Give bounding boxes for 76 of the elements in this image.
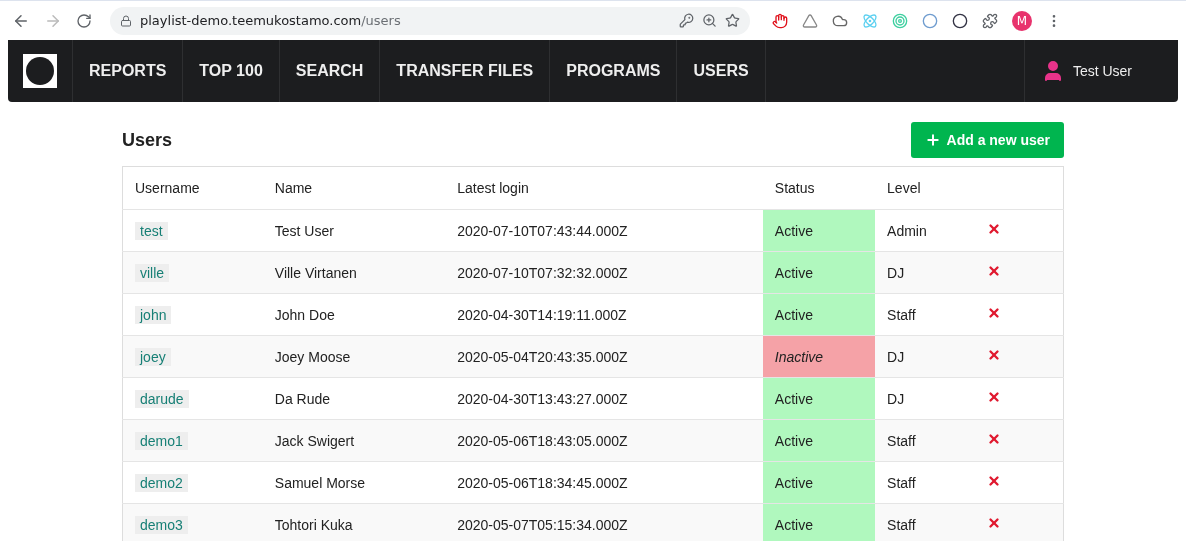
table-cell: Test User — [262, 209, 446, 252]
table-cell: Jack Swigert — [262, 419, 446, 462]
username-link[interactable]: darude — [135, 389, 189, 408]
table-cell: 2020-05-04T20:43:35.000Z — [445, 335, 763, 378]
table-cell: Admin — [875, 209, 976, 252]
status-cell: Active — [762, 209, 876, 252]
delete-icon[interactable] — [987, 516, 1002, 530]
table-cell: DJ — [875, 377, 976, 420]
table-cell: DJ — [875, 251, 976, 294]
nav-link[interactable]: PROGRAMS — [550, 40, 678, 102]
username-link[interactable]: demo3 — [135, 515, 188, 534]
status-cell: Active — [762, 461, 876, 504]
key-icon[interactable] — [679, 13, 694, 28]
star-icon[interactable] — [725, 13, 740, 28]
table-cell: 2020-04-30T13:43:27.000Z — [445, 377, 763, 420]
table-cell: Staff — [875, 503, 976, 541]
column-header: Status — [762, 166, 876, 210]
column-header: Latest login — [445, 166, 763, 210]
table-cell: Staff — [875, 293, 976, 336]
status-cell: Inactive — [762, 335, 876, 378]
table-cell: 2020-04-30T14:19:11.000Z — [445, 293, 763, 336]
username-link[interactable]: joey — [135, 347, 171, 366]
delete-icon[interactable] — [987, 264, 1002, 278]
lock-icon — [120, 14, 132, 27]
reload-icon[interactable] — [76, 12, 92, 29]
triangle-icon[interactable] — [802, 12, 818, 29]
nav-link[interactable]: TOP 100 — [183, 40, 280, 102]
add-user-button[interactable]: Add a new user — [910, 122, 1064, 158]
status-cell: Active — [762, 377, 876, 420]
table-cell: Joey Moose — [262, 335, 446, 378]
nav-link[interactable]: TRANSFER FILES — [380, 40, 551, 102]
nav-link[interactable]: USERS — [677, 40, 766, 102]
column-header: Name — [262, 166, 446, 210]
status-cell: Active — [762, 251, 876, 294]
table-cell: 2020-05-07T05:15:34.000Z — [445, 503, 763, 541]
username-link[interactable]: ville — [135, 263, 170, 282]
table-cell: Da Rude — [262, 377, 446, 420]
url-text: playlist-demo.teemukostamo.com/users — [140, 13, 401, 28]
delete-icon[interactable] — [987, 348, 1002, 362]
puzzle-icon[interactable] — [982, 12, 998, 29]
username-link[interactable]: john — [135, 305, 172, 324]
table-cell: 2020-05-06T18:34:45.000Z — [445, 461, 763, 504]
circle-icon[interactable] — [952, 12, 968, 29]
table-cell: 2020-05-06T18:43:05.000Z — [445, 419, 763, 462]
table-cell: 2020-07-10T07:32:32.000Z — [445, 251, 763, 294]
status-cell: Active — [762, 293, 876, 336]
zoom-icon[interactable] — [702, 13, 717, 28]
delete-icon[interactable] — [987, 432, 1002, 446]
table-cell: Staff — [875, 461, 976, 504]
table-cell: Ville Virtanen — [262, 251, 446, 294]
column-header: Username — [122, 166, 263, 210]
status-cell: Active — [762, 503, 876, 541]
page-title: Users — [122, 129, 173, 151]
table-cell: John Doe — [262, 293, 446, 336]
column-header: Level — [875, 166, 976, 210]
user-menu[interactable]: Test User — [1023, 40, 1178, 102]
table-cell: Staff — [875, 419, 976, 462]
plus-icon — [924, 132, 941, 148]
nav-link[interactable]: SEARCH — [279, 40, 381, 102]
delete-icon[interactable] — [987, 306, 1002, 320]
address-bar[interactable]: playlist-demo.teemukostamo.com/users — [110, 6, 750, 35]
delete-icon[interactable] — [987, 474, 1002, 488]
table-cell: 2020-07-10T07:43:44.000Z — [445, 209, 763, 252]
delete-icon[interactable] — [987, 222, 1002, 236]
logo-icon[interactable] — [23, 54, 57, 88]
username-link[interactable]: test — [135, 221, 168, 240]
table-cell: Samuel Morse — [262, 461, 446, 504]
delete-icon[interactable] — [987, 390, 1002, 404]
profile-avatar[interactable]: M — [1012, 10, 1032, 31]
table-cell: DJ — [875, 335, 976, 378]
nav-link[interactable]: REPORTS — [73, 40, 184, 102]
table-cell: Tohtori Kuka — [262, 503, 446, 541]
status-cell: Active — [762, 419, 876, 462]
username-link[interactable]: demo1 — [135, 431, 188, 450]
hand-icon[interactable] — [772, 12, 788, 29]
username-link[interactable]: demo2 — [135, 473, 188, 492]
